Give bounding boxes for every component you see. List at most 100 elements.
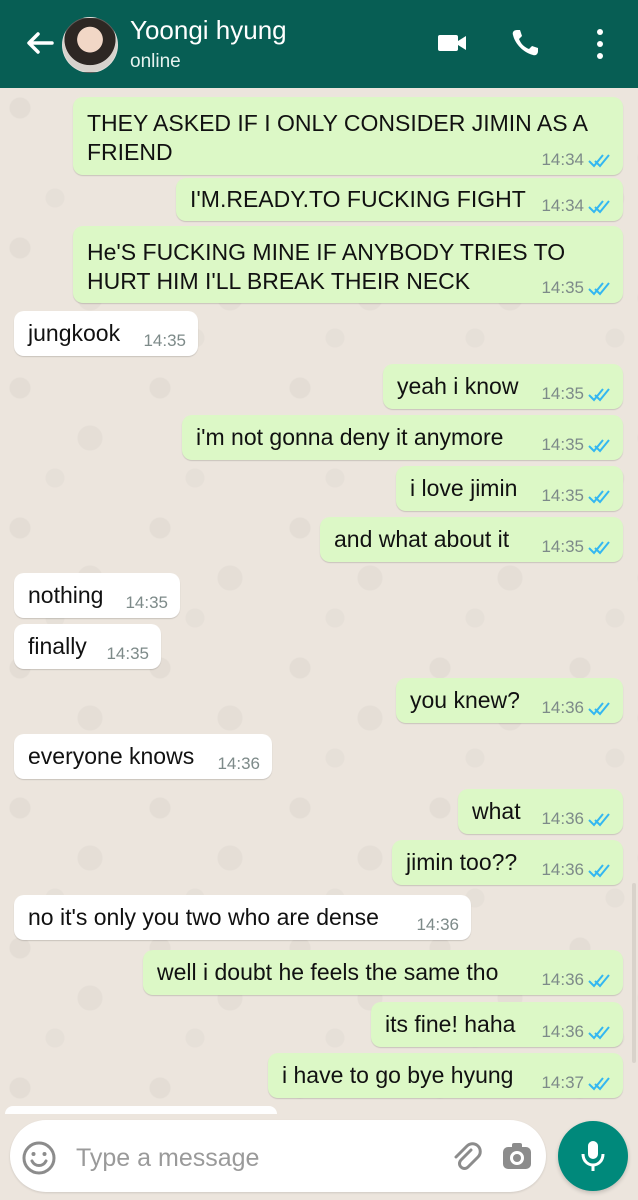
message-bubble-incoming[interactable]: jungkook 14:35 [14,311,198,356]
message-bubble-outgoing[interactable]: i'm not gonna deny it anymore 14:35 [182,415,623,460]
read-ticks-icon [588,864,610,878]
read-ticks-icon [588,813,610,827]
read-ticks-icon [588,1077,610,1091]
message-text: everyone knows [28,743,195,769]
message-bubble-outgoing[interactable]: THEY ASKED IF I ONLY CONSIDER JIMIN AS A… [73,97,623,175]
message-bubble-incoming[interactable]: no it's only you two who are dense 14:36 [14,895,471,940]
read-ticks-icon [588,439,610,453]
composer-bar[interactable] [10,1120,546,1192]
message-text: i have to go bye hyung [282,1062,514,1088]
scrollbar[interactable] [632,883,636,1063]
message-bubble-incoming[interactable]: everyone knows 14:36 [14,734,272,779]
message-time: 14:35 [541,486,584,505]
message-time: 14:37 [541,1073,584,1092]
message-meta: 14:34 [541,196,611,216]
contact-status: online [130,51,181,72]
message-meta: 14:36 [541,809,611,829]
more-vert-icon[interactable] [590,27,610,61]
message-text: yeah i know [397,373,519,399]
message-text: i love jimin [410,475,518,501]
message-time: 14:34 [541,196,584,215]
camera-icon[interactable] [500,1139,534,1173]
read-ticks-icon [588,974,610,988]
message-meta: 14:36 [541,1022,611,1042]
read-ticks-icon [588,200,610,214]
message-bubble-outgoing[interactable]: yeah i know 14:35 [383,364,623,409]
message-bubble-incoming[interactable]: finally 14:35 [14,624,161,669]
read-ticks-icon [588,1026,610,1040]
message-time: 14:36 [541,970,584,989]
chat-area[interactable]: THEY ASKED IF I ONLY CONSIDER JIMIN AS A… [0,88,638,1112]
message-time: 14:35 [541,537,584,556]
message-text: I'M.READY.TO FUCKING FIGHT [190,186,526,212]
message-meta: 14:34 [541,150,611,170]
message-text: its fine! haha [385,1011,516,1037]
message-bubble-outgoing[interactable]: what 14:36 [458,789,623,834]
message-bubble-outgoing[interactable]: and what about it 14:35 [320,517,623,562]
message-text: no it's only you two who are dense [28,904,379,930]
message-meta: 14:35 [541,486,611,506]
emoji-icon[interactable] [20,1139,58,1177]
message-text: nothing [28,582,104,608]
message-bubble-outgoing[interactable]: I'M.READY.TO FUCKING FIGHT 14:34 [176,178,623,221]
message-bubble-outgoing[interactable]: well i doubt he feels the same tho 14:36 [143,950,623,995]
message-bubble-outgoing[interactable]: its fine! haha 14:36 [371,1002,623,1047]
read-ticks-icon [588,541,610,555]
message-text: and what about it [334,526,510,552]
message-meta: 14:35 [541,537,611,557]
message-meta: 14:35 [106,644,149,664]
message-time: 14:36 [541,809,584,828]
message-text: finally [28,633,87,659]
message-meta: 14:36 [541,698,611,718]
video-call-icon[interactable] [436,27,468,59]
message-meta: 14:35 [541,435,611,455]
message-bubble-incoming[interactable]: nothing 14:35 [14,573,180,618]
message-bubble-outgoing[interactable]: He'S FUCKING MINE IF ANYBODY TRIES TO HU… [73,226,623,303]
message-time: 14:34 [541,150,584,169]
message-time: 14:36 [416,915,459,934]
message-text: you knew? [410,687,520,713]
message-text: THEY ASKED IF I ONLY CONSIDER JIMIN AS A… [87,110,589,165]
message-meta: 14:36 [217,754,260,774]
read-ticks-icon [588,702,610,716]
message-meta: 14:36 [416,915,459,935]
message-bubble-outgoing[interactable]: you knew? 14:36 [396,678,623,723]
message-input[interactable] [74,1137,428,1179]
message-meta: 14:35 [143,331,186,351]
message-text: well i doubt he feels the same tho [157,959,499,985]
message-text: jungkook [28,320,121,346]
message-bubble-outgoing[interactable]: i love jimin 14:35 [396,466,623,511]
back-arrow-icon[interactable] [22,26,56,60]
message-meta: 14:35 [541,384,611,404]
attach-icon[interactable] [448,1139,482,1173]
message-meta: 14:36 [541,970,611,990]
message-meta: 14:36 [541,860,611,880]
mic-button[interactable] [558,1121,628,1191]
message-time: 14:35 [541,278,584,297]
read-ticks-icon [588,154,610,168]
contact-name[interactable]: Yoongi hyung [130,14,287,46]
chat-header: Yoongi hyung online [0,0,638,88]
read-ticks-icon [588,282,610,296]
avatar[interactable] [62,17,118,73]
message-meta: 14:37 [541,1073,611,1093]
partial-message-bubble [5,1106,277,1114]
message-bubble-outgoing[interactable]: i have to go bye hyung 14:37 [268,1053,623,1098]
phone-icon[interactable] [509,27,541,59]
message-time: 14:36 [217,754,260,773]
message-time: 14:35 [125,593,168,612]
message-time: 14:35 [143,331,186,350]
message-meta: 14:35 [541,278,611,298]
read-ticks-icon [588,388,610,402]
message-time: 14:35 [541,435,584,454]
message-time: 14:35 [541,384,584,403]
message-time: 14:36 [541,860,584,879]
message-time: 14:36 [541,1022,584,1041]
message-text: what [472,798,521,824]
message-time: 14:36 [541,698,584,717]
message-text: i'm not gonna deny it anymore [196,424,504,450]
message-text: jimin too?? [406,849,518,875]
message-bubble-outgoing[interactable]: jimin too?? 14:36 [392,840,623,885]
message-text: He'S FUCKING MINE IF ANYBODY TRIES TO HU… [87,239,566,294]
mic-icon [581,1141,605,1171]
